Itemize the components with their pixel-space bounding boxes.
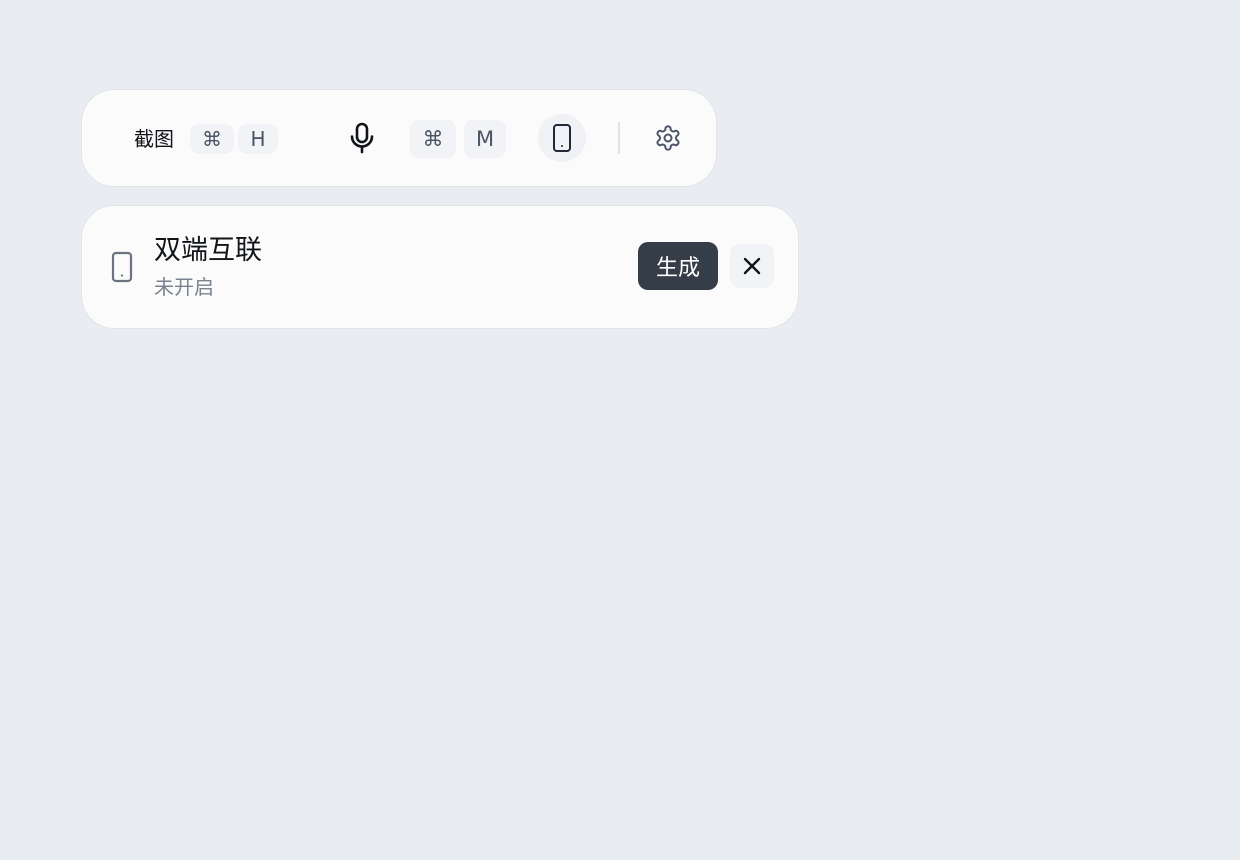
- dual-link-panel: 双端互联 未开启 生成: [82, 206, 798, 328]
- microphone-button[interactable]: [344, 120, 380, 156]
- toolbar-divider: [618, 122, 620, 154]
- mic-shortcut-m-key: M: [464, 120, 506, 158]
- microphone-icon: [350, 122, 374, 154]
- panel-title: 双端互联: [154, 235, 262, 266]
- tablet-icon: [553, 124, 571, 152]
- generate-button[interactable]: 生成: [638, 242, 718, 290]
- screenshot-shortcut-h-key: H: [238, 124, 278, 154]
- settings-button[interactable]: [652, 122, 684, 154]
- panel-status: 未开启: [154, 275, 214, 299]
- device-connect-button[interactable]: [538, 114, 586, 162]
- tablet-icon: [111, 251, 133, 283]
- gear-icon: [656, 125, 680, 151]
- close-button[interactable]: [730, 244, 774, 288]
- mic-shortcut-cmd-key: ⌘: [410, 120, 456, 158]
- panel-device-icon-wrap: [108, 250, 136, 284]
- screenshot-shortcut-cmd-key: ⌘: [190, 124, 234, 154]
- screenshot-label[interactable]: 截图: [134, 126, 174, 152]
- close-icon: [743, 257, 761, 275]
- floating-toolbar: 截图 ⌘ H ⌘ M: [82, 90, 716, 186]
